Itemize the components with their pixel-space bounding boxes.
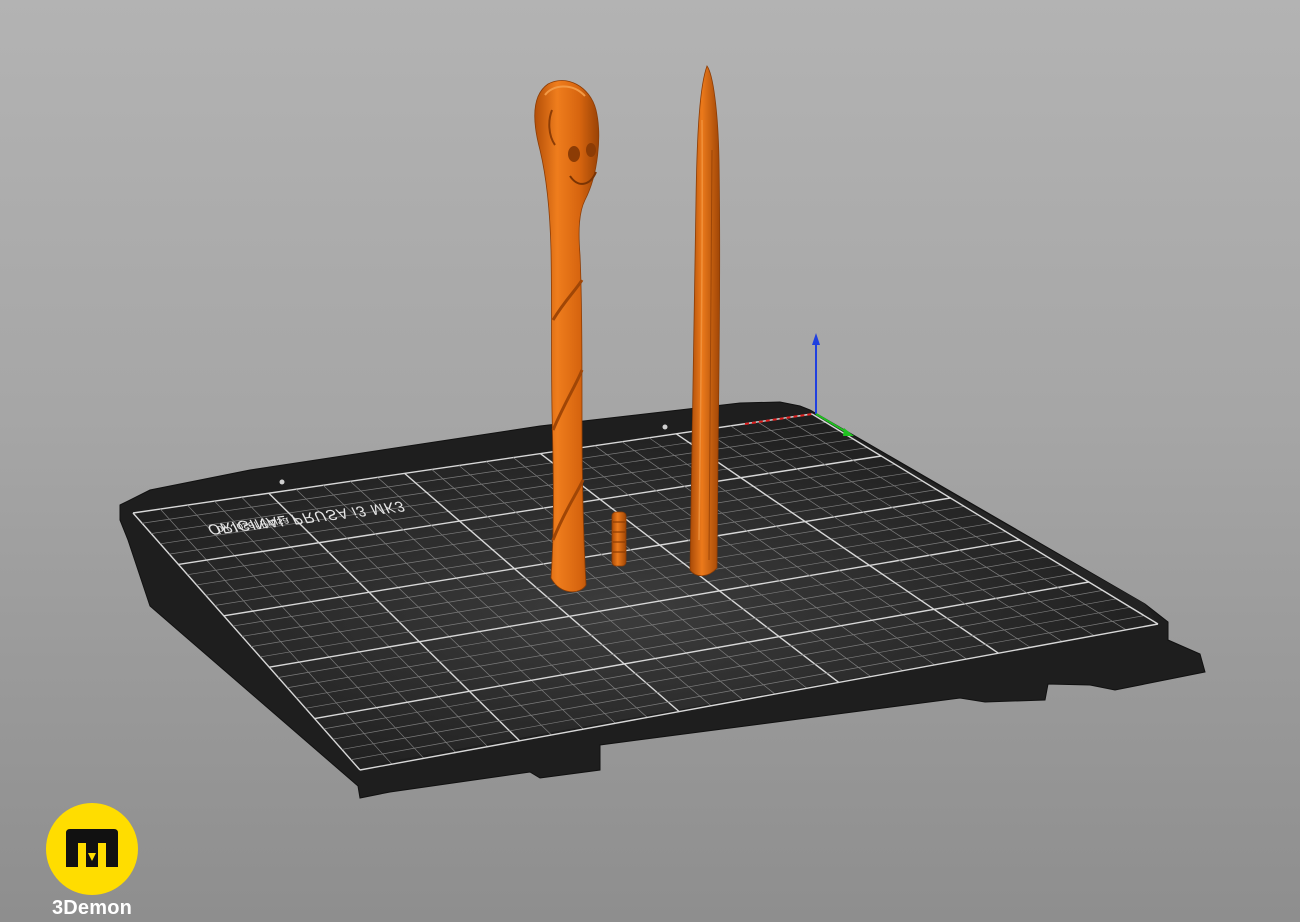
3demon-logo-icon xyxy=(46,803,138,895)
staff-straight-shaft[interactable] xyxy=(689,65,721,577)
y-axis-arrow-icon xyxy=(843,428,854,436)
connector-pin[interactable] xyxy=(611,511,627,567)
skull-eye-right xyxy=(586,143,596,157)
bed-hole-right xyxy=(662,424,668,430)
print-bed xyxy=(119,401,1206,799)
3d-viewport[interactable]: ORIGINAL PRUSA i3 MK3 by Josef Prusa xyxy=(0,0,1300,922)
z-axis-arrow-icon xyxy=(812,333,820,345)
skull-eye-left xyxy=(568,146,580,162)
m-letter-icon xyxy=(66,829,118,867)
bed-hole-left xyxy=(279,479,285,485)
watermark: 3Demon xyxy=(42,803,142,920)
watermark-text: 3Demon xyxy=(51,897,133,919)
